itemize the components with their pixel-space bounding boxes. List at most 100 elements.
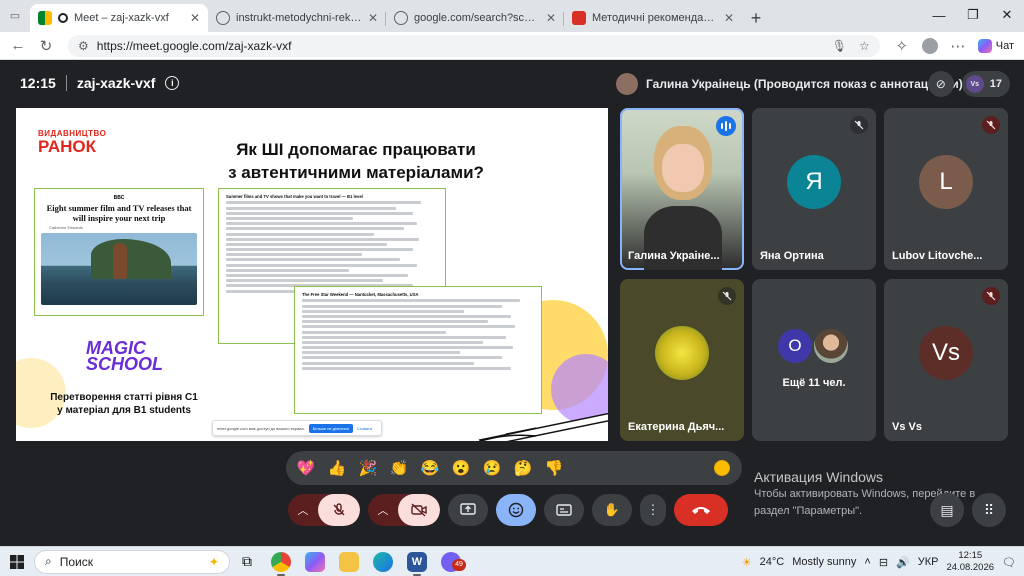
microphone-control: ︿ [288,494,360,526]
skin-tone-selector[interactable] [714,460,730,476]
more-options-icon[interactable]: ⋮ [640,494,666,526]
globe-icon [216,11,230,25]
chat-button[interactable]: Чат [974,38,1018,53]
article-byline: Catherine Edwards [49,225,84,230]
meeting-code: zaj-xazk-vxf [76,75,156,91]
participant-avatar: Vs [919,326,973,380]
menu-dots-icon[interactable]: ⋯ [946,34,970,58]
info-icon[interactable]: i [165,76,180,90]
windows-taskbar: ⌕ Поиск ✦ ⧉ W 49 ☀ 24°C Mostly sunny ˄ ⊟… [0,546,1024,576]
close-tab-icon[interactable]: ✕ [546,11,556,25]
weather-text: Mostly sunny [792,556,857,568]
tab-search-icon[interactable]: ▭ [6,6,24,24]
presenter-avatar [616,73,638,95]
edge-icon[interactable] [366,547,400,576]
recording-icon [58,13,68,23]
reaction-thumbs-up[interactable]: 👍 [325,456,349,480]
network-icon[interactable]: ⊟ [879,556,888,569]
meet-window: 12:15 zaj-xazk-vxf i Галина Украінець (П… [4,61,1020,543]
site-info-icon[interactable]: ⚙ [78,39,89,53]
reload-icon[interactable]: ↻ [34,34,58,58]
tab-title: Методичні рекомендації щодо в [592,12,718,24]
docs-icon [572,11,586,25]
close-tab-icon[interactable]: ✕ [368,11,378,25]
tab-instrukt[interactable]: instrukt-metodychni-rekomend.p ✕ [208,4,386,32]
participant-tile-more[interactable]: О Ещё 11 чел. [752,279,876,441]
reactions-button[interactable] [496,494,536,526]
present-screen-button[interactable] [448,494,488,526]
camera-off-button[interactable] [398,494,440,526]
close-tab-icon[interactable]: ✕ [724,11,734,25]
back-icon[interactable]: ← [6,34,30,58]
reaction-sad[interactable]: 😢 [480,456,504,480]
chat-icon[interactable]: ▤ [930,493,964,527]
hide-annotations-icon[interactable]: ⊘ [927,71,954,97]
close-window-icon[interactable]: ✕ [990,0,1024,30]
hide-notice-button[interactable]: Сховати [357,426,372,431]
weather-icon[interactable]: ☀ [742,556,752,569]
microphone-icon[interactable]: 🎙 [832,39,847,53]
volume-icon[interactable]: 🔊 [896,556,910,569]
globe-icon [394,11,408,25]
file-explorer-icon[interactable] [332,547,366,576]
profile-avatar[interactable] [918,34,942,58]
reaction-surprised[interactable]: 😮 [449,456,473,480]
tab-meet[interactable]: Meet – zaj-xazk-vxf ✕ [30,4,208,32]
reaction-party[interactable]: 🎉 [356,456,380,480]
reaction-clap[interactable]: 👏 [387,456,411,480]
mic-off-icon [982,287,1000,305]
mic-off-icon [850,116,868,134]
chrome-icon[interactable] [264,547,298,576]
restore-icon[interactable]: ❐ [956,0,990,30]
tab-metodychni[interactable]: Методичні рекомендації щодо в ✕ [564,4,742,32]
extensions-icon[interactable]: ✧ [890,34,914,58]
participant-tile-vs[interactable]: Vs Vs Vs [884,279,1008,441]
omnibox[interactable]: ⚙ https://meet.google.com/zaj-xazk-vxf 🎙… [68,34,880,57]
windows-start-icon[interactable] [0,547,34,576]
stop-sharing-button[interactable]: Більше не ділитися [308,423,353,433]
reaction-heart[interactable]: 💖 [294,456,318,480]
notification-badge: 49 [452,558,466,571]
participant-avatar-photo [655,326,709,380]
participant-name: Галина Украіне... [628,250,720,262]
mic-off-button[interactable] [318,494,360,526]
participant-tile-lubov[interactable]: L Lubov Litovche... [884,108,1008,270]
viber-icon[interactable]: 49 [434,547,468,576]
language-indicator[interactable]: УКР [918,556,939,568]
minimize-icon[interactable]: — [922,0,956,30]
article-card: BBC Eight summer film and TV releases th… [34,188,204,316]
reaction-thumbs-down[interactable]: 👎 [542,456,566,480]
slide-caption: Перетворення статті рівня С1 у матеріал … [50,392,198,416]
sparkle-icon: ✦ [208,554,219,569]
clock[interactable]: 12:15 24.08.2026 [946,550,994,574]
participant-tile-galyna[interactable]: Галина Украіне... [620,108,744,270]
slide-title: Як ШІ допомагає працювати з автентичними… [228,140,484,182]
notifications-icon[interactable]: 🗨 [1002,556,1016,569]
reaction-laugh[interactable]: 😂 [418,456,442,480]
new-tab-button[interactable]: + [742,4,770,32]
speaking-indicator-icon [716,116,736,136]
task-view-icon[interactable]: ⧉ [230,547,264,576]
captions-button[interactable] [544,494,584,526]
participant-name: Яна Ортина [760,250,824,262]
bookmark-star-icon[interactable]: ☆ [859,39,870,53]
copilot-icon[interactable] [298,547,332,576]
screen: ▭ Meet – zaj-xazk-vxf ✕ instrukt-metodyc… [0,0,1024,576]
word-icon[interactable]: W [400,547,434,576]
participants-button[interactable]: Vs 17 [961,71,1010,97]
participant-tile-yana[interactable]: Я Яна Ортина [752,108,876,270]
tab-google-search[interactable]: google.com/search?sca_esv=7e6a ✕ [386,4,564,32]
video-options-chevron-icon[interactable]: ︿ [368,494,398,526]
taskbar-search[interactable]: ⌕ Поиск ✦ [34,549,230,574]
leave-call-button[interactable] [674,494,728,526]
tray-chevron-icon[interactable]: ˄ [864,556,870,568]
activities-grid-icon[interactable]: ⠿ [972,493,1006,527]
participant-tile-ekaterina[interactable]: Екатерина Дьяч... [620,279,744,441]
audio-options-chevron-icon[interactable]: ︿ [288,494,318,526]
reaction-thinking[interactable]: 🤔 [511,456,535,480]
close-tab-icon[interactable]: ✕ [190,11,200,25]
raise-hand-button[interactable]: ✋ [592,494,632,526]
search-placeholder: Поиск [59,554,93,569]
more-participants-label: Ещё 11 чел. [782,377,846,389]
address-bar-row: ← ↻ ⚙ https://meet.google.com/zaj-xazk-v… [0,32,1024,60]
